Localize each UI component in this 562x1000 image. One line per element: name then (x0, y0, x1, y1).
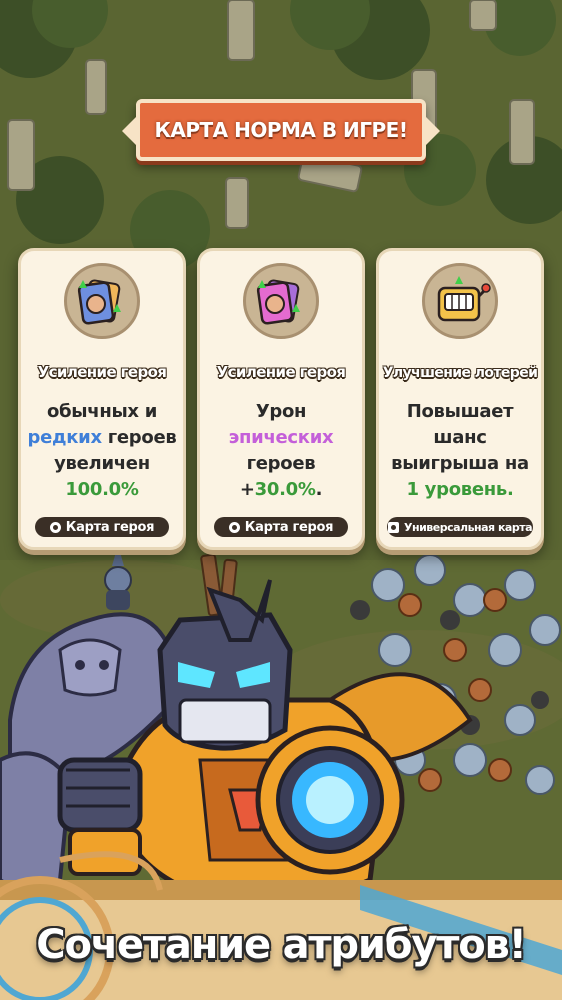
bonus-suffix: . (315, 479, 323, 500)
card-title: Усиление героя (37, 363, 167, 381)
card-type-tag: Универсальная карта (387, 517, 533, 537)
desc-text: героев (101, 427, 177, 448)
hero-card-pink-upgrade-icon (243, 263, 319, 339)
card-description: обычных и редких героев увеличен 100.0% (27, 399, 177, 503)
card-type-label: Карта героя (65, 519, 155, 535)
hero-card-type-icon (49, 521, 61, 533)
desc-line: шанс (433, 427, 487, 448)
lottery-machine-icon (422, 263, 498, 339)
banner-title: КАРТА НОРМА В ИГРЕ! (154, 118, 408, 142)
rarity-highlight: редких (27, 427, 103, 448)
card-title: Улучшение лотерей (382, 365, 538, 381)
desc-line: Урон (255, 401, 307, 422)
card-description: Урон эпических героев +30.0%. (206, 399, 356, 503)
card-type-tag: Карта героя (214, 517, 348, 537)
attribute-card-hero-boost-rare[interactable]: Усиление героя обычных и редких героев у… (18, 248, 186, 550)
card-description: Повышает шанс выигрыша на 1 уровень. (385, 399, 535, 503)
attribute-card-lottery-upgrade[interactable]: Улучшение лотерей Повышает шанс выигрыша… (376, 248, 544, 550)
bonus-prefix: + (239, 479, 255, 500)
game-scene: КАРТА НОРМА В ИГРЕ! Усиление героя обычн… (0, 0, 562, 1000)
card-type-label: Универсальная карта (403, 520, 533, 534)
bonus-value: 30.0% (254, 479, 316, 500)
desc-line: увеличен (54, 453, 150, 474)
promo-banner: КАРТА НОРМА В ИГРЕ! (122, 99, 440, 161)
bonus-line: +30.0%. (206, 477, 356, 503)
attribute-card-hero-boost-epic[interactable]: Усиление героя Урон эпических героев +30… (197, 248, 365, 550)
hero-card-type-icon (228, 521, 240, 533)
card-type-tag: Карта героя (35, 517, 169, 537)
desc-line: Повышает (406, 401, 514, 422)
bonus-value: 100.0% (65, 479, 139, 500)
desc-line: выигрыша на (391, 453, 529, 474)
universal-card-type-icon (387, 521, 399, 533)
rarity-highlight: эпических (228, 427, 334, 448)
desc-line: редких героев (27, 425, 177, 451)
desc-line: обычных и (46, 401, 158, 422)
hero-card-blue-upgrade-icon (64, 263, 140, 339)
bonus-value: 1 уровень. (406, 479, 514, 500)
card-type-label: Карта героя (244, 519, 334, 535)
card-title: Усиление героя (216, 363, 346, 381)
slogan-caption: Сочетание атрибутов! (36, 922, 527, 968)
desc-line: героев (246, 453, 316, 474)
